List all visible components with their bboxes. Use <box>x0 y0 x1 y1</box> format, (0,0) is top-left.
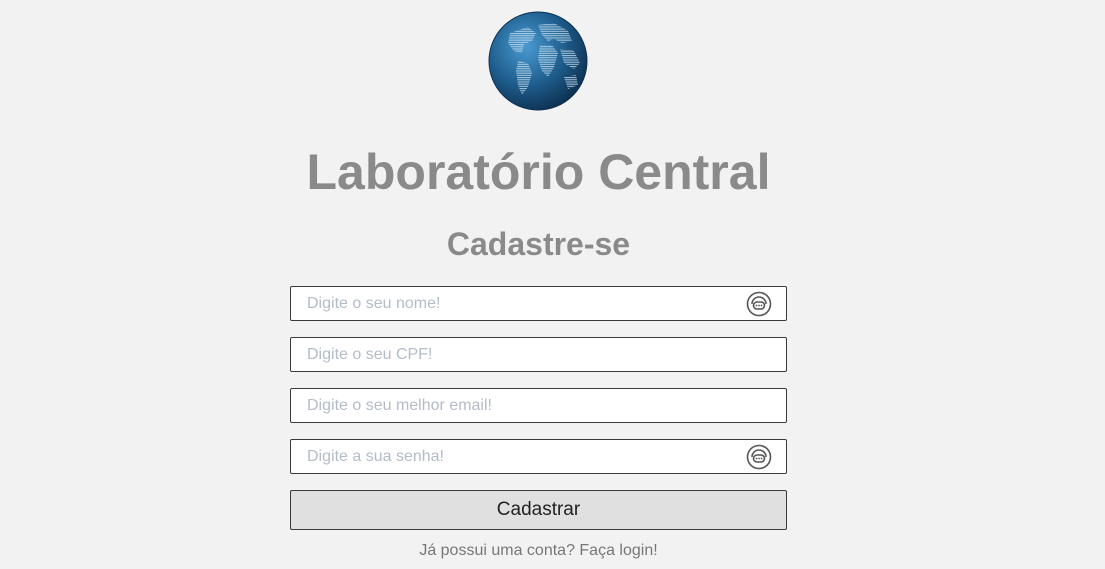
globe-logo-icon <box>488 11 588 111</box>
form-heading: Cadastre-se <box>446 226 631 262</box>
password-field-wrapper <box>290 439 787 474</box>
name-input[interactable] <box>291 287 786 320</box>
page-title: Laboratório Central <box>306 144 771 200</box>
signup-page: Laboratório Central Cadastre-se Cadastra… <box>0 0 1105 569</box>
password-manager-icon[interactable] <box>746 444 772 470</box>
submit-button[interactable]: Cadastrar <box>290 490 787 530</box>
password-input[interactable] <box>291 440 786 473</box>
name-field-wrapper <box>290 286 787 321</box>
email-field-wrapper <box>290 388 787 423</box>
cpf-input[interactable] <box>291 338 786 371</box>
password-manager-icon[interactable] <box>746 291 772 317</box>
cpf-field-wrapper <box>290 337 787 372</box>
login-link[interactable]: Já possui uma conta? Faça login! <box>0 541 1077 561</box>
email-input[interactable] <box>291 389 786 422</box>
